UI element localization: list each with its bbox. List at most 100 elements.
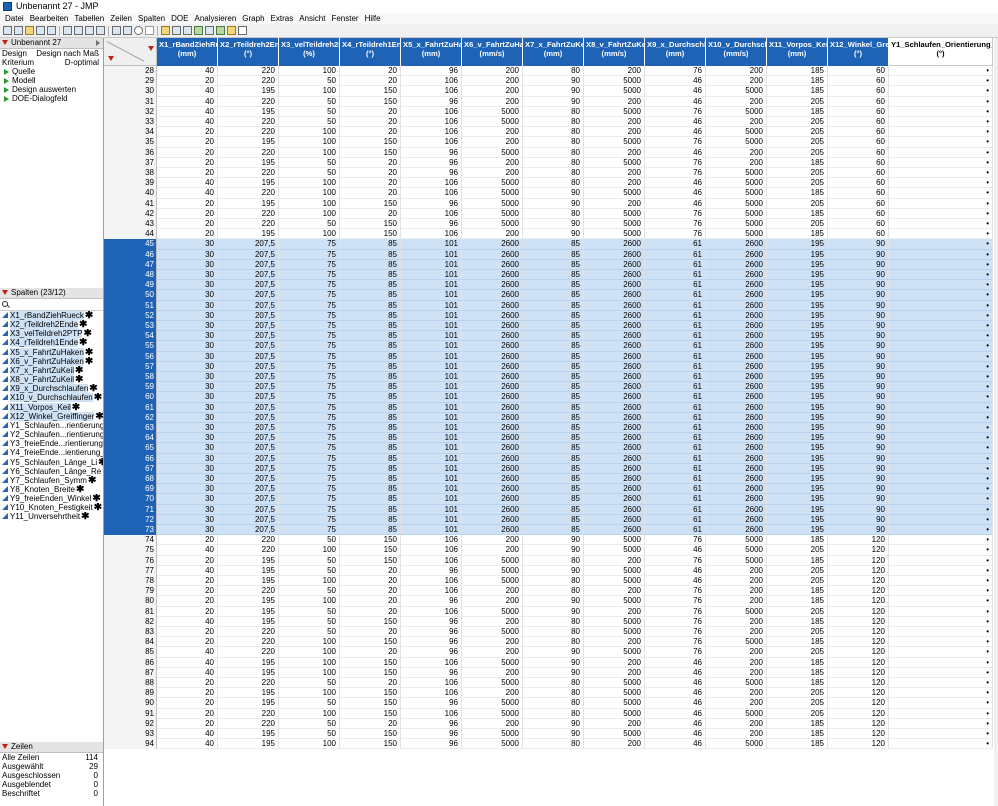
table-cell[interactable]: 75 [279,412,340,423]
table-cell[interactable]: • [889,555,993,566]
table-cell[interactable]: 75 [279,372,340,383]
table-cell[interactable]: 20 [340,586,401,597]
table-cell[interactable]: 85 [340,392,401,403]
table-cell[interactable]: • [889,402,993,413]
column-list-item[interactable]: Y11_Unversehrtheit✱ [0,512,103,522]
table-cell[interactable]: 2600 [706,331,767,342]
table-cell[interactable]: 200 [706,688,767,699]
table-cell[interactable]: 195 [218,106,279,117]
column-header[interactable]: X1_rBandZiehRueck (mm) [157,38,218,66]
table-cell[interactable]: 30 [157,443,218,454]
table-cell[interactable]: 120 [828,718,889,729]
table-cell[interactable]: 106 [401,127,462,138]
table-cell[interactable]: 200 [462,168,523,179]
table-cell[interactable]: 85 [523,382,584,393]
table-cell[interactable]: 90 [828,504,889,515]
table-cell[interactable]: 46 [645,76,706,87]
table-cell[interactable]: 5000 [584,678,645,689]
table-cell[interactable]: 61 [645,300,706,311]
table-cell[interactable]: 76 [645,596,706,607]
table-cell[interactable]: 96 [401,616,462,627]
table-cell[interactable]: 75 [279,341,340,352]
table-cell[interactable]: 205 [767,576,828,587]
table-cell[interactable]: 2600 [706,249,767,260]
table-row[interactable]: 36 20 220 100 150 96 5000 80 200 46 200 205 60 • [104,147,998,158]
table-cell[interactable]: 30 [157,341,218,352]
table-cell[interactable]: • [889,433,993,444]
table-cell[interactable]: 85 [340,372,401,383]
table-cell[interactable]: 5000 [462,729,523,740]
table-cell[interactable]: 150 [340,729,401,740]
table-cell[interactable]: 5000 [706,198,767,209]
table-cell[interactable]: 5000 [462,739,523,750]
table-cell[interactable]: 90 [828,270,889,281]
table-cell[interactable]: 101 [401,453,462,464]
table-cell[interactable]: • [889,657,993,668]
table-cell[interactable]: 200 [706,147,767,158]
table-cell[interactable]: 60 [828,168,889,179]
table-cell[interactable]: 2600 [584,382,645,393]
table-cell[interactable]: 2600 [706,280,767,291]
table-cell[interactable]: 76 [645,647,706,658]
table-cell[interactable]: 5000 [462,576,523,587]
table-cell[interactable]: 2600 [584,321,645,332]
row-number[interactable]: 50 [104,290,157,301]
row-number[interactable]: 77 [104,565,157,576]
table-cell[interactable]: 185 [767,678,828,689]
print-icon[interactable] [47,26,56,35]
table-cell[interactable]: 101 [401,433,462,444]
row-number[interactable]: 42 [104,208,157,219]
table-cell[interactable]: 207,5 [218,270,279,281]
table-cell[interactable]: 2600 [706,433,767,444]
table-row[interactable]: 69 30 207,5 75 85 101 2600 85 2600 61 2600 195 90 • [104,484,998,495]
table-cell[interactable]: 30 [157,361,218,372]
table-cell[interactable]: 85 [523,525,584,536]
table-cell[interactable]: 195 [767,361,828,372]
table-cell[interactable]: • [889,688,993,699]
table-cell[interactable]: 50 [279,678,340,689]
table-cell[interactable]: 185 [767,208,828,219]
table-cell[interactable]: 195 [767,412,828,423]
table-cell[interactable]: • [889,270,993,281]
table-cell[interactable]: 80 [523,576,584,587]
table-cell[interactable]: 150 [340,688,401,699]
table-cell[interactable]: 75 [279,474,340,485]
table-cell[interactable]: 200 [584,657,645,668]
row-number[interactable]: 63 [104,423,157,434]
column-list-item[interactable]: Y6_Schlaufen_Länge_Re✱ [0,467,103,476]
table-cell[interactable]: 100 [279,229,340,240]
table-cell[interactable]: 2600 [584,361,645,372]
row-number[interactable]: 32 [104,106,157,117]
table-row[interactable]: 60 30 207,5 75 85 101 2600 85 2600 61 2600 195 90 • [104,392,998,403]
table-cell[interactable]: 2600 [706,382,767,393]
table-cell[interactable]: • [889,474,993,485]
table-cell[interactable]: 120 [828,678,889,689]
table-cell[interactable]: 120 [828,729,889,740]
table-cell[interactable]: • [889,453,993,464]
row-number[interactable]: 37 [104,157,157,168]
table-cell[interactable]: 2600 [706,504,767,515]
table-cell[interactable]: 2600 [584,474,645,485]
table-cell[interactable]: 2600 [706,270,767,281]
table-cell[interactable]: 96 [401,698,462,709]
table-cell[interactable]: 195 [218,157,279,168]
table-cell[interactable]: 200 [462,586,523,597]
table-cell[interactable]: 185 [767,596,828,607]
red-triangle-menu-icon[interactable] [2,744,8,749]
table-cell[interactable]: 207,5 [218,351,279,362]
table-cell[interactable]: 101 [401,331,462,342]
table-cell[interactable]: • [889,321,993,332]
red-triangle-menu-icon[interactable] [148,46,154,51]
table-cell[interactable]: 5000 [584,627,645,638]
table-cell[interactable]: 2600 [462,402,523,413]
table-cell[interactable]: 120 [828,596,889,607]
table-cell[interactable]: 200 [462,647,523,658]
table-cell[interactable]: 195 [767,474,828,485]
table-cell[interactable]: 20 [340,647,401,658]
red-triangle-menu-icon[interactable] [2,40,8,45]
menu-item[interactable]: DOE [168,13,191,24]
table-cell[interactable]: • [889,412,993,423]
table-cell[interactable]: 220 [218,708,279,719]
table-cell[interactable]: 150 [340,739,401,750]
table-cell[interactable]: 2600 [584,290,645,301]
